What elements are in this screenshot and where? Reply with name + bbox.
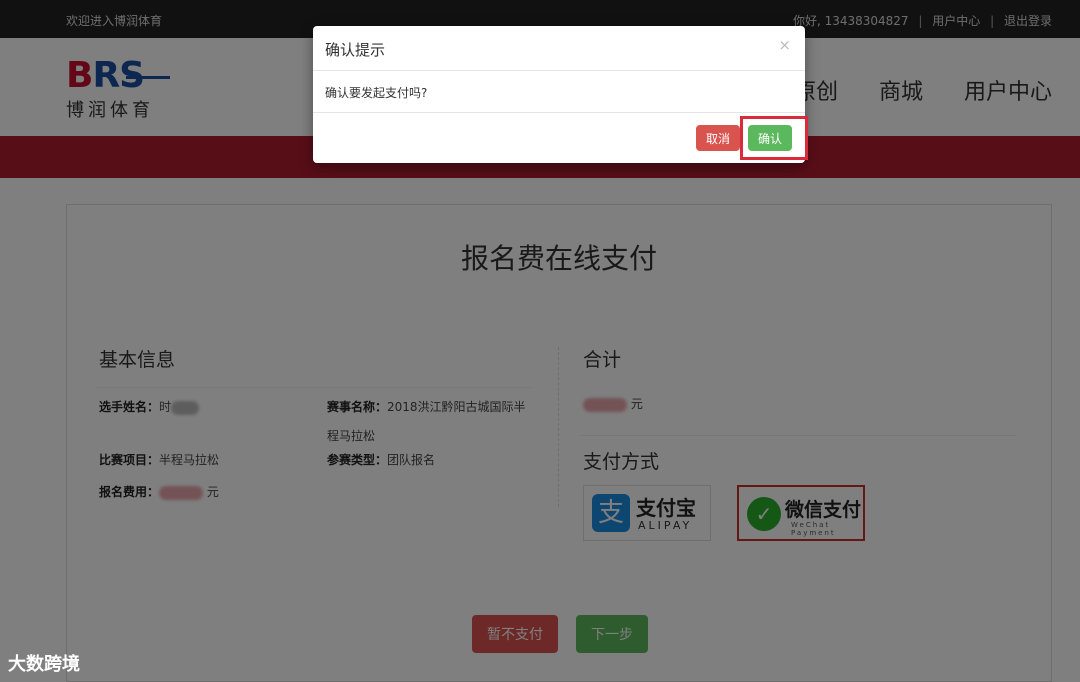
dialog-title: 确认提示	[325, 41, 386, 59]
watermark-text: 大数跨境	[8, 654, 80, 675]
confirm-dialog: 确认提示 × 确认要发起支付吗? 取消 确认	[313, 26, 805, 163]
cancel-button[interactable]: 取消	[696, 125, 740, 151]
confirm-highlight-box	[740, 116, 808, 160]
close-icon[interactable]: ×	[778, 36, 791, 54]
dialog-divider	[313, 70, 805, 71]
dialog-divider	[313, 112, 805, 113]
dialog-message: 确认要发起支付吗?	[325, 86, 428, 100]
